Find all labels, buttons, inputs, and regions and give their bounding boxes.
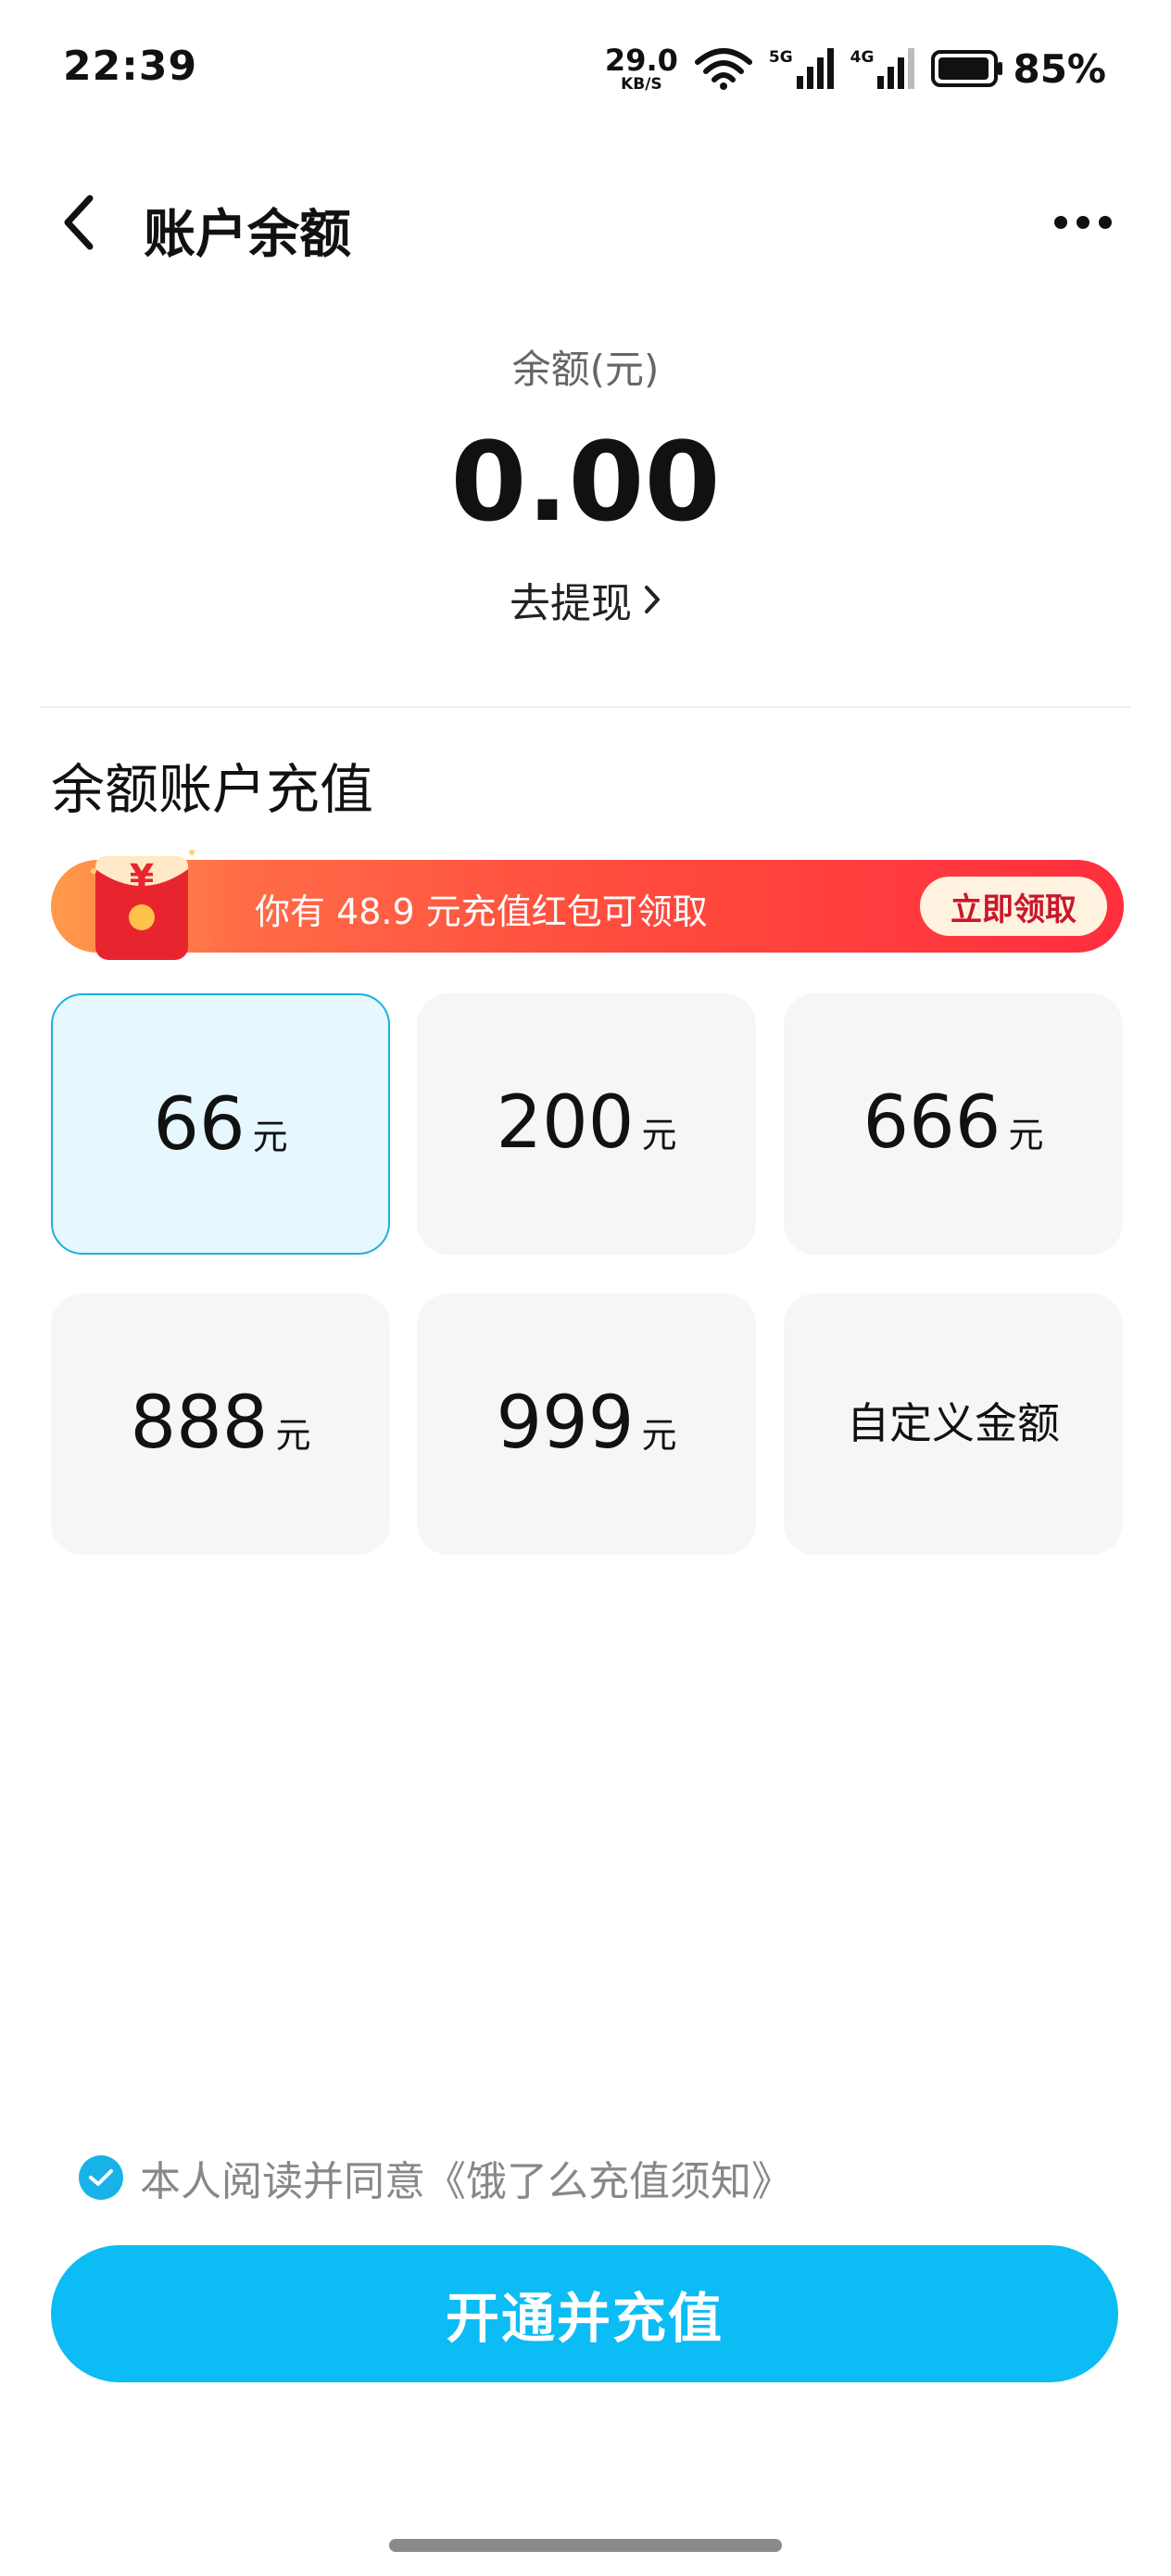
amount-value: 999 bbox=[496, 1382, 635, 1465]
amount-value: 666 bbox=[863, 1081, 1001, 1165]
signal-bars-icon bbox=[796, 48, 834, 89]
network-speed-value: 29.0 bbox=[604, 42, 678, 78]
activate-recharge-button[interactable]: 开通并充值 bbox=[51, 2245, 1118, 2382]
amount-unit: 元 bbox=[252, 1117, 288, 1157]
amount-unit: 元 bbox=[275, 1415, 311, 1456]
page-title: 账户余额 bbox=[144, 205, 351, 265]
amount-unit: 元 bbox=[641, 1115, 677, 1155]
signal-4g: 4G bbox=[850, 48, 915, 89]
chevron-left-icon bbox=[64, 195, 94, 250]
battery: 85% bbox=[931, 46, 1106, 92]
envelope-symbol: ¥ bbox=[130, 857, 154, 898]
more-dots-icon bbox=[1077, 216, 1089, 229]
agreement-row: 本人阅读并同意《饿了么充值须知》 bbox=[79, 2148, 792, 2207]
signal-4g-label: 4G bbox=[850, 48, 875, 67]
battery-icon bbox=[931, 50, 1003, 87]
divider bbox=[41, 706, 1130, 708]
amount-option-999[interactable]: 999 元 bbox=[417, 1294, 756, 1555]
amount-option-custom[interactable]: 自定义金额 bbox=[784, 1294, 1123, 1555]
amount-value: 888 bbox=[130, 1382, 269, 1465]
status-bar: 22:39 29.0 KB/S 5G 4G 85% bbox=[0, 0, 1171, 139]
amount-option-888[interactable]: 888 元 bbox=[51, 1294, 390, 1555]
network-speed-unit: KB/S bbox=[621, 74, 662, 94]
battery-percent: 85% bbox=[1013, 45, 1106, 92]
promo-banner[interactable]: ¥ 你有 48.9 元充值红包可领取 立即领取 bbox=[51, 850, 1124, 960]
agreement-link[interactable]: 本人阅读并同意《饿了么充值须知》 bbox=[140, 2148, 792, 2207]
network-speed: 29.0 KB/S bbox=[605, 45, 678, 93]
more-button[interactable] bbox=[1041, 190, 1125, 255]
amount-option-66[interactable]: 66 元 bbox=[51, 993, 390, 1255]
back-button[interactable] bbox=[46, 190, 111, 255]
amount-unit: 元 bbox=[1008, 1115, 1044, 1155]
recharge-section-title: 余额账户充值 bbox=[51, 758, 374, 821]
account-balance-page: 22:39 29.0 KB/S 5G 4G 85% 账户余额 余额(元) 0.0… bbox=[0, 0, 1171, 2576]
claim-button[interactable]: 立即领取 bbox=[920, 877, 1107, 936]
nav-header: 账户余额 bbox=[0, 167, 1171, 278]
promo-text: 你有 48.9 元充值红包可领取 bbox=[255, 891, 708, 932]
amount-option-666[interactable]: 666 元 bbox=[784, 993, 1123, 1255]
status-icons: 29.0 KB/S 5G 4G 85% bbox=[605, 41, 1106, 96]
withdraw-label: 去提现 bbox=[510, 580, 632, 627]
more-dots-icon bbox=[1099, 216, 1112, 229]
signal-5g: 5G bbox=[769, 48, 834, 89]
amount-unit: 元 bbox=[641, 1415, 677, 1456]
signal-5g-label: 5G bbox=[768, 48, 793, 67]
status-time: 22:39 bbox=[63, 43, 198, 90]
balance-label: 余额(元) bbox=[511, 347, 660, 392]
signal-bars-icon bbox=[877, 48, 915, 89]
amount-option-200[interactable]: 200 元 bbox=[417, 993, 756, 1255]
agreement-checkbox[interactable] bbox=[79, 2155, 123, 2200]
custom-amount-label: 自定义金额 bbox=[847, 1398, 1060, 1448]
check-icon bbox=[89, 2169, 113, 2186]
withdraw-link[interactable]: 去提现 bbox=[0, 570, 1171, 629]
red-envelope-icon: ¥ bbox=[91, 850, 195, 960]
amount-value: 200 bbox=[496, 1081, 635, 1165]
wifi-icon bbox=[694, 48, 752, 90]
balance-value: 0.00 bbox=[450, 418, 721, 546]
more-dots-icon bbox=[1054, 216, 1067, 229]
amount-value: 66 bbox=[153, 1083, 246, 1167]
chevron-right-icon bbox=[645, 586, 660, 613]
home-indicator[interactable] bbox=[389, 2539, 782, 2552]
